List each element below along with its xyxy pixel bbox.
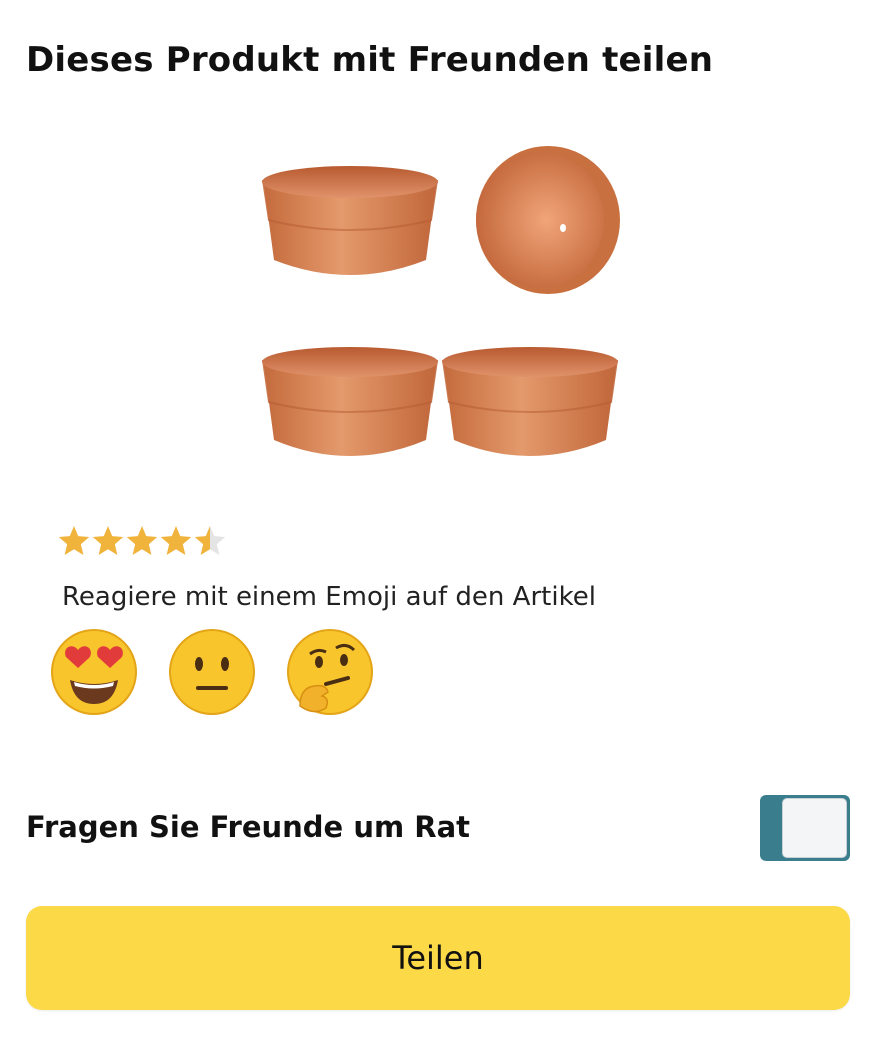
pot-bottom-right: [442, 347, 618, 456]
neutral-face-emoji: [169, 629, 255, 715]
star-icon: [58, 526, 90, 555]
star-icon: [194, 526, 226, 555]
page-title: Dieses Produkt mit Freunden teilen: [26, 40, 714, 80]
star-icon: [92, 526, 124, 555]
pot-bottom-left: [262, 347, 438, 456]
terracotta-pots-image: [262, 146, 620, 456]
star-icon: [160, 526, 192, 555]
ask-friends-label: Fragen Sie Freunde um Rat: [26, 810, 471, 844]
ask-friends-toggle[interactable]: [760, 795, 850, 861]
product-image: [250, 140, 630, 490]
emoji-reactions: [50, 628, 390, 718]
pot-top-left: [262, 166, 438, 275]
heart-eyes-emoji: [51, 629, 137, 715]
emoji-prompt: Reagiere mit einem Emoji auf den Artikel: [62, 582, 596, 612]
share-button[interactable]: Teilen: [26, 906, 850, 1010]
star-rating: [58, 522, 238, 562]
pot-top-right: [476, 146, 620, 294]
toggle-knob: [782, 798, 847, 858]
heart-eyes-emoji-button[interactable]: [50, 628, 138, 716]
thinking-face-emoji-button[interactable]: [286, 628, 374, 716]
thinking-face-emoji: [287, 629, 373, 715]
neutral-face-emoji-button[interactable]: [168, 628, 256, 716]
star-icon: [126, 526, 158, 555]
